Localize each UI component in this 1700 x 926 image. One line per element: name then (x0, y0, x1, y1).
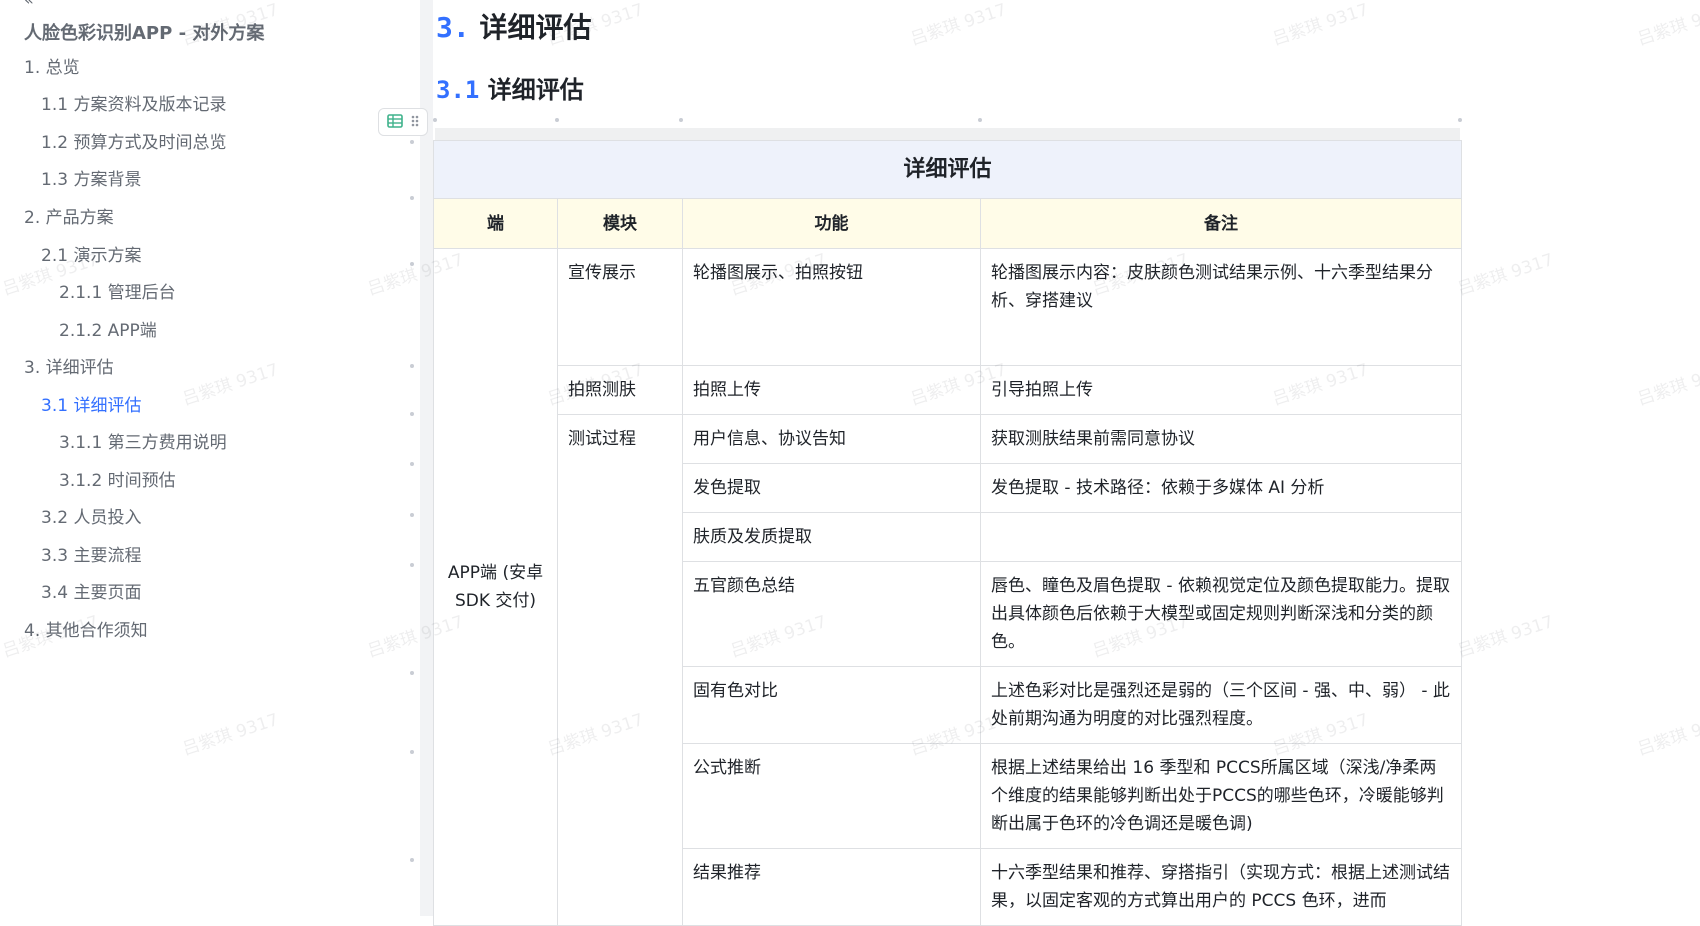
outline-item[interactable]: 3. 详细评估 (24, 352, 114, 384)
feature-cell[interactable]: 肤质及发质提取 (682, 512, 981, 562)
watermark: 吕紫琪 9317 (1635, 0, 1700, 50)
heading-2-number: 3.1 (436, 76, 480, 104)
heading-1-number: 3. (436, 11, 470, 44)
outline-item[interactable]: 1.1 方案资料及版本记录 (41, 89, 226, 121)
rail-dot (410, 513, 414, 517)
outline-item[interactable]: 3.3 主要流程 (41, 540, 141, 572)
outline-item[interactable]: 1. 总览 (24, 52, 80, 84)
outline-item[interactable]: 2. 产品方案 (24, 202, 114, 234)
document-title[interactable]: 人脸色彩识别APP - 对外方案 (24, 19, 264, 45)
heading-1: 3. 详细评估 (436, 6, 591, 46)
table-title[interactable]: 详细评估 (432, 140, 1463, 199)
drag-handle-icon[interactable] (410, 113, 420, 132)
watermark: 吕紫琪 9317 (908, 0, 1010, 50)
outline-sidebar: « 人脸色彩识别APP - 对外方案 1. 总览 1.1 方案资料及版本记录 1.2… (0, 0, 420, 916)
rail-dot (410, 462, 414, 466)
note-cell[interactable]: 获取测肤结果前需同意协议 (979, 414, 1463, 464)
outline-item[interactable]: 3.4 主要页面 (41, 577, 141, 609)
note-cell[interactable]: 上述色彩对比是强烈还是弱的（三个区间 - 强、中、弱） - 此处前期沟通为明度的… (979, 666, 1463, 744)
heading-2: 3.1 详细评估 (436, 70, 584, 105)
table-row: 测试过程 用户信息、协议告知 获取测肤结果前需同意协议 (434, 414, 1463, 926)
note-cell[interactable]: 唇色、瞳色及眉色提取 - 依赖视觉定位及颜色提取能力。提取出具体颜色后依赖于大模… (979, 561, 1463, 667)
feature-cell[interactable]: 结果推荐 (682, 848, 981, 926)
column-guide-dot[interactable] (1458, 118, 1462, 122)
outline-item[interactable]: 2.1.1 管理后台 (59, 277, 176, 309)
watermark: 吕紫琪 9317 (1455, 249, 1557, 300)
column-header-note[interactable]: 备注 (979, 198, 1463, 249)
block-handle[interactable] (378, 108, 428, 136)
rail-dot (410, 262, 414, 266)
watermark: 吕紫琪 9317 (1635, 359, 1700, 410)
module-cell[interactable]: 宣传展示 (557, 248, 683, 366)
feature-cell[interactable]: 公式推断 (682, 743, 981, 849)
column-header-module[interactable]: 模块 (557, 198, 683, 249)
note-cell[interactable]: 引导拍照上传 (979, 365, 1463, 415)
rail-dot (410, 858, 414, 862)
column-guide-dot[interactable] (433, 118, 437, 122)
outline-item[interactable]: 2.1 演示方案 (41, 240, 141, 272)
module-cell[interactable]: 测试过程 (557, 414, 683, 926)
outline-item[interactable]: 1.3 方案背景 (41, 164, 141, 196)
watermark: 吕紫琪 9317 (1270, 0, 1372, 50)
note-cell[interactable]: 根据上述结果给出 16 季型和 PCCS所属区域（深浅/净柔两个维度的结果能够判… (979, 743, 1463, 849)
table-icon (386, 113, 403, 132)
module-cell[interactable]: 拍照测肤 (557, 365, 683, 415)
column-header-endpoint[interactable]: 端 (433, 198, 558, 249)
column-guide-dot[interactable] (555, 118, 559, 122)
heading-2-text: 详细评估 (487, 76, 584, 104)
table-row: 拍照测肤 拍照上传 引导拍照上传 (434, 365, 1463, 415)
sidebar-divider[interactable] (420, 0, 433, 916)
feature-cell[interactable]: 固有色对比 (682, 666, 981, 744)
rail-dot (410, 563, 414, 567)
rail-dot (410, 750, 414, 754)
note-cell[interactable]: 发色提取 - 技术路径：依赖于多媒体 AI 分析 (979, 463, 1463, 513)
rail-dot (410, 671, 414, 675)
table-column-selector-bar[interactable] (435, 128, 1460, 140)
outline-item[interactable]: 3.1 详细评估 (41, 390, 141, 422)
rail-dot (410, 412, 414, 416)
feature-cell[interactable]: 五官颜色总结 (682, 561, 981, 667)
outline-item[interactable]: 4. 其他合作须知 (24, 615, 148, 647)
feature-cell[interactable]: 发色提取 (682, 463, 981, 513)
feature-cell[interactable]: 用户信息、协议告知 (682, 414, 981, 464)
note-cell[interactable]: 十六季型结果和推荐、穿搭指引（实现方式：根据上述测试结果，以固定客观的方式算出用… (979, 848, 1463, 926)
rail-dot (410, 196, 414, 200)
evaluation-table: 详细评估 端 模块 功能 备注 APP端 (安卓 SDK 交付) 宣传展示 轮播… (432, 140, 1463, 926)
column-guide-dot[interactable] (978, 118, 982, 122)
outline-item[interactable]: 3.2 人员投入 (41, 502, 141, 534)
column-header-feature[interactable]: 功能 (682, 198, 981, 249)
outline-item[interactable]: 2.1.2 APP端 (59, 315, 157, 347)
feature-cell[interactable]: 轮播图展示、拍照按钮 (682, 248, 981, 366)
outline-item[interactable]: 3.1.2 时间预估 (59, 465, 176, 497)
note-cell[interactable]: 轮播图展示内容：皮肤颜色测试结果示例、十六季型结果分析、穿搭建议 (979, 248, 1463, 366)
watermark: 吕紫琪 9317 (1635, 709, 1700, 760)
collapse-outline-icon[interactable]: « (24, 0, 34, 9)
outline-item[interactable]: 1.2 预算方式及时间总览 (41, 127, 226, 159)
endpoint-cell[interactable]: APP端 (安卓 SDK 交付) (433, 248, 558, 926)
note-cell[interactable] (979, 512, 1463, 562)
rail-dot (410, 140, 414, 144)
feature-cell[interactable]: 拍照上传 (682, 365, 981, 415)
watermark: 吕紫琪 9317 (1455, 611, 1557, 662)
rail-dot (410, 364, 414, 368)
heading-1-text: 详细评估 (479, 11, 592, 44)
column-guide-dot[interactable] (679, 118, 683, 122)
table-row: APP端 (安卓 SDK 交付) 宣传展示 轮播图展示、拍照按钮 轮播图展示内容… (433, 248, 1463, 926)
outline-item[interactable]: 3.1.1 第三方费用说明 (59, 427, 227, 459)
